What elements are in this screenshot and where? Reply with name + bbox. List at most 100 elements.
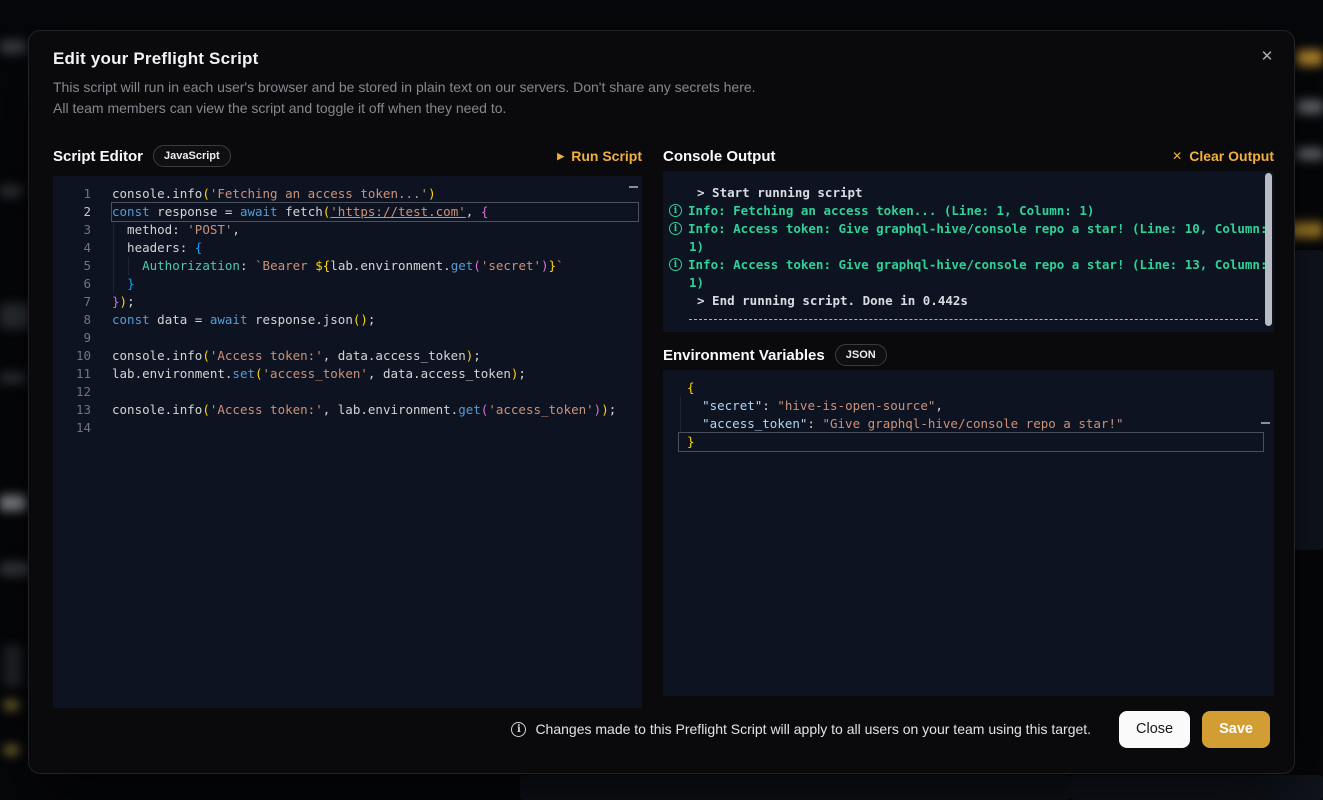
- code-line: 8const data = await response.json();: [53, 311, 642, 329]
- close-icon[interactable]: ✕: [1252, 41, 1282, 71]
- code-line-content: const data = await response.json();: [112, 311, 638, 329]
- indent-guide: [113, 257, 114, 275]
- code-token: const: [112, 204, 150, 219]
- code-token: console.info: [112, 186, 202, 201]
- code-line: 14: [53, 419, 642, 437]
- code-token: 'Fetching an access token...': [210, 186, 428, 201]
- console-line: 1): [663, 238, 1274, 256]
- console-line: > End running script. Done in 0.442s: [663, 292, 1274, 310]
- code-line: 11lab.environment.set('access_token', da…: [53, 365, 642, 383]
- console-line: iInfo: Access token: Give graphql-hive/c…: [663, 220, 1274, 238]
- console-line: iInfo: Access token: Give graphql-hive/c…: [663, 256, 1274, 274]
- env-line: }: [663, 433, 1274, 451]
- code-token: response.json: [248, 312, 353, 327]
- env-line-content: {: [679, 379, 1263, 397]
- console-line-text: > End running script. Done in 0.442s: [697, 292, 968, 310]
- code-token: [687, 398, 702, 413]
- code-token: ): [541, 258, 549, 273]
- info-icon: i: [669, 204, 682, 217]
- clear-output-label: Clear Output: [1189, 148, 1274, 164]
- code-token: ;: [127, 294, 135, 309]
- code-line: 13console.info('Access token:', lab.envi…: [53, 401, 642, 419]
- close-button[interactable]: Close: [1119, 711, 1190, 748]
- env-header: Environment Variables JSON: [663, 340, 1274, 370]
- code-token: :: [240, 258, 255, 273]
- run-script-button[interactable]: ▶ Run Script: [557, 148, 642, 164]
- env-line: "secret": "hive-is-open-source",: [663, 397, 1274, 415]
- code-token: :: [807, 416, 822, 431]
- console-header: Console Output ✕ Clear Output: [663, 141, 1274, 171]
- code-line-content: console.info('Fetching an access token..…: [112, 185, 638, 203]
- code-line-content: lab.environment.set('access_token', data…: [112, 365, 638, 383]
- code-token: {: [687, 380, 695, 395]
- line-number: 12: [53, 383, 112, 401]
- code-token: lab.environment.: [330, 258, 450, 273]
- console-scrollbar[interactable]: [1265, 173, 1272, 326]
- code-token: set: [232, 366, 255, 381]
- code-token: 'https://test.com': [330, 204, 465, 219]
- backdrop-blob: [4, 745, 19, 755]
- code-token: , lab.environment.: [323, 402, 458, 417]
- code-line: 1console.info('Fetching an access token.…: [53, 185, 642, 203]
- code-token: ,: [232, 222, 240, 237]
- code-token: `: [556, 258, 564, 273]
- code-line-content: const response = await fetch('https://te…: [112, 203, 638, 221]
- environment-variables-editor[interactable]: { "secret": "hive-is-open-source", "acce…: [663, 370, 1274, 696]
- info-icon: i: [669, 222, 682, 235]
- code-line-content: [112, 329, 638, 347]
- code-token: "access_token": [702, 416, 807, 431]
- code-token: (: [202, 186, 210, 201]
- preflight-script-modal: Edit your Preflight Script ✕ This script…: [28, 30, 1295, 774]
- indent-guide: [113, 221, 114, 239]
- code-token: 'access_token': [263, 366, 368, 381]
- code-token: ;: [368, 312, 376, 327]
- console-line-text: > Start running script: [697, 184, 863, 202]
- env-line-content: "access_token": "Give graphql-hive/conso…: [679, 415, 1263, 433]
- code-line-content: console.info('Access token:', data.acces…: [112, 347, 638, 365]
- line-number: 10: [53, 347, 112, 365]
- backdrop-blob: [0, 40, 26, 54]
- code-token: await: [240, 204, 278, 219]
- console-heading: Console Output: [663, 148, 776, 165]
- code-line-content: method: 'POST',: [112, 221, 638, 239]
- info-icon: i: [669, 258, 682, 271]
- backdrop-blob: [4, 700, 19, 710]
- backdrop-blob: [1297, 100, 1323, 114]
- code-token: 'POST': [187, 222, 232, 237]
- code-token: 'Access token:': [210, 402, 323, 417]
- footer-note-text: Changes made to this Preflight Script wi…: [535, 721, 1091, 737]
- script-code-editor[interactable]: 1console.info('Fetching an access token.…: [53, 176, 642, 708]
- code-line: 10console.info('Access token:', data.acc…: [53, 347, 642, 365]
- code-token: (: [202, 402, 210, 417]
- line-number: 13: [53, 401, 112, 419]
- code-line-content: });: [112, 293, 638, 311]
- code-token: method:: [112, 222, 187, 237]
- code-token: (: [255, 366, 263, 381]
- line-number: 9: [53, 329, 112, 347]
- code-line: 3 method: 'POST',: [53, 221, 642, 239]
- line-number: 14: [53, 419, 112, 437]
- save-button[interactable]: Save: [1202, 711, 1270, 748]
- backdrop-blob: [0, 495, 26, 511]
- env-line: "access_token": "Give graphql-hive/conso…: [663, 415, 1274, 433]
- backdrop-panel: [520, 775, 1070, 800]
- code-token: :: [762, 398, 777, 413]
- line-number: 8: [53, 311, 112, 329]
- code-token: 'Access token:': [210, 348, 323, 363]
- line-number: 6: [53, 275, 112, 293]
- modal-footer: i Changes made to this Preflight Script …: [53, 709, 1270, 749]
- env-line: {: [663, 379, 1274, 397]
- console-line-text: 1): [689, 274, 704, 292]
- modal-title: Edit your Preflight Script: [53, 49, 258, 69]
- code-line-content: headers: {: [112, 239, 638, 257]
- code-token: ,: [466, 204, 481, 219]
- code-token: ;: [518, 366, 526, 381]
- code-line: 9: [53, 329, 642, 347]
- code-token: , data.access_token: [368, 366, 511, 381]
- description-line: All team members can view the script and…: [53, 98, 756, 119]
- line-number: 7: [53, 293, 112, 311]
- code-token: ${: [315, 258, 330, 273]
- clear-output-button[interactable]: ✕ Clear Output: [1172, 148, 1274, 164]
- code-line-content: }: [112, 275, 638, 293]
- console-separator: [689, 319, 1258, 320]
